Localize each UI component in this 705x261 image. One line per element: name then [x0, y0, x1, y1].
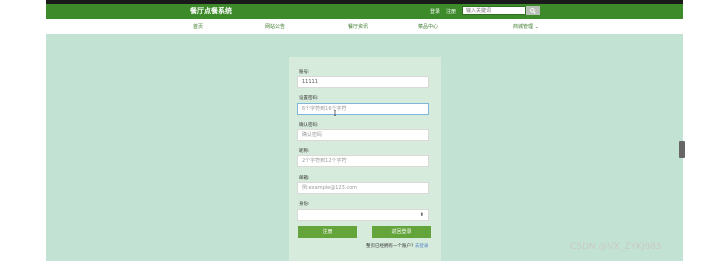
confirm-password-field[interactable]: 确认密码 [297, 129, 429, 141]
confirm-password-label: 确认密码: [299, 123, 319, 128]
account-label: 账号: [299, 70, 310, 75]
password-field[interactable]: 6个字符到16个字符 [297, 103, 429, 115]
nav-news[interactable]: 餐厅资讯 [348, 23, 368, 30]
site-title: 餐厅点餐系统 [190, 7, 232, 15]
nav-shop-management[interactable]: 商城管理 ⌄ [513, 23, 539, 30]
register-link[interactable]: 注册 [446, 8, 456, 15]
identity-label: 身份: [299, 202, 310, 207]
login-prompt: 整页已经拥有一个账户? 去登录 [366, 243, 428, 249]
main-nav: 首页 网站公告 餐厅资讯 菜品中心 商城管理 ⌄ [46, 19, 683, 34]
back-to-login-button[interactable]: 返回登录 [372, 226, 431, 238]
login-link[interactable]: 登录 [430, 8, 440, 15]
nickname-label: 昵称: [299, 149, 310, 154]
search-input[interactable] [462, 6, 526, 15]
password-label: 设置密码: [299, 96, 319, 101]
login-prompt-text: 整页已经拥有一个账户? [366, 244, 414, 249]
register-button[interactable]: 注册 [298, 226, 357, 238]
chevron-down-icon: ⬍ [419, 212, 424, 218]
email-label: 邮箱: [299, 176, 310, 181]
header: 餐厅点餐系统 登录 注册 [46, 4, 683, 19]
go-login-link[interactable]: 去登录 [415, 244, 429, 249]
watermark: CSDN @VX_ZYKJ985 [570, 242, 662, 252]
side-scroll-tab[interactable] [679, 141, 685, 158]
page: 餐厅点餐系统 登录 注册 首页 网站公告 餐厅资讯 菜品中心 商城管理 ⌄ 账号… [46, 0, 683, 261]
email-field[interactable]: 例:example@123.com [297, 182, 429, 194]
text-cursor-icon [334, 110, 336, 116]
search-icon [530, 7, 536, 14]
account-field[interactable]: 11111 [297, 76, 429, 88]
nickname-field[interactable]: 2个字符到12个字符 [297, 155, 429, 167]
search-button[interactable] [526, 6, 540, 15]
nav-dishes[interactable]: 菜品中心 [418, 23, 438, 30]
nav-notices[interactable]: 网站公告 [265, 23, 285, 30]
identity-select[interactable]: ⬍ [297, 209, 429, 221]
nav-home[interactable]: 首页 [193, 23, 203, 30]
